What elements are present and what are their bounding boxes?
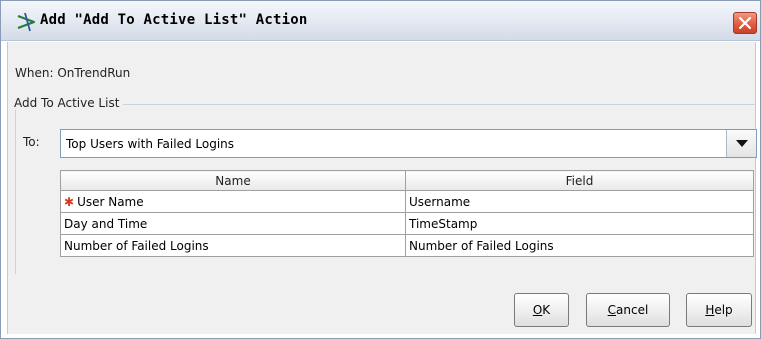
help-mnemonic: H xyxy=(705,303,715,317)
ok-mnemonic: O xyxy=(532,303,543,317)
cell-field[interactable]: Username xyxy=(405,190,754,213)
group-legend: Add To Active List xyxy=(14,96,124,110)
cell-field[interactable]: Number of Failed Logins xyxy=(405,234,754,257)
title-bar[interactable]: Add "Add To Active List" Action xyxy=(1,1,760,41)
add-to-active-list-dialog: Add "Add To Active List" Action When: On… xyxy=(0,0,761,339)
lambda-action-icon xyxy=(15,11,37,33)
cell-field[interactable]: TimeStamp xyxy=(405,212,754,235)
ok-label-rest: K xyxy=(542,303,551,317)
dialog-title: Add "Add To Active List" Action xyxy=(40,12,308,28)
cancel-mnemonic: C xyxy=(607,303,617,317)
column-header-name[interactable]: Name xyxy=(60,170,406,191)
cell-name[interactable]: ✱ User Name xyxy=(60,190,406,213)
required-marker-icon: ✱ xyxy=(64,194,75,209)
active-list-select-value: Top Users with Failed Logins xyxy=(66,137,235,151)
close-button[interactable] xyxy=(733,12,757,34)
cancel-label-rest: ancel xyxy=(616,303,649,317)
to-label: To: xyxy=(23,135,40,149)
cell-name[interactable]: Day and Time xyxy=(60,212,406,235)
field-mapping-table: Name Field ✱ User Name Username Day and T… xyxy=(60,170,754,257)
table-row[interactable]: Day and Time TimeStamp xyxy=(60,212,754,235)
table-row[interactable]: ✱ User Name Username xyxy=(60,190,754,213)
active-list-select[interactable]: Top Users with Failed Logins xyxy=(60,129,757,158)
cancel-button[interactable]: Cancel xyxy=(586,293,670,327)
table-header-row: Name Field xyxy=(60,170,754,191)
when-label: When: OnTrendRun xyxy=(15,66,131,80)
cell-name-text: User Name xyxy=(77,194,144,209)
ok-button[interactable]: OK xyxy=(514,293,569,327)
help-button[interactable]: Help xyxy=(686,293,752,327)
table-row[interactable]: Number of Failed Logins Number of Failed… xyxy=(60,234,754,257)
chevron-down-icon xyxy=(736,140,748,147)
cell-name[interactable]: Number of Failed Logins xyxy=(60,234,406,257)
column-header-field[interactable]: Field xyxy=(405,170,754,191)
close-icon xyxy=(739,17,751,29)
help-label-rest: elp xyxy=(714,303,733,317)
dropdown-button[interactable] xyxy=(726,130,756,157)
